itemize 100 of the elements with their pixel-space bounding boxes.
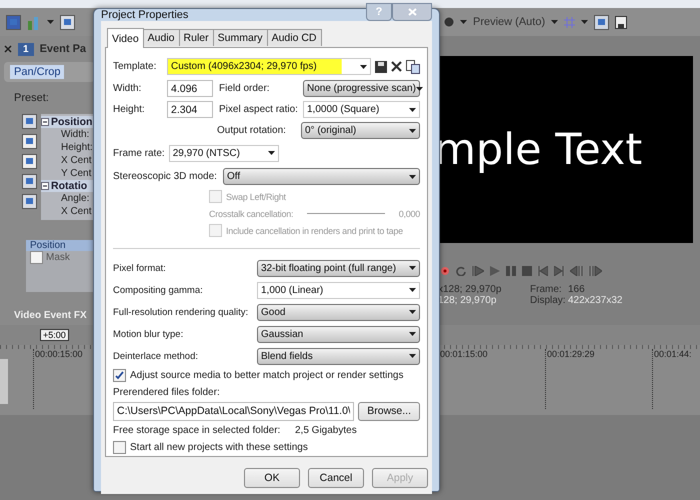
- caret-icon: [47, 20, 54, 24]
- tool-icon[interactable]: [22, 154, 37, 169]
- save-icon[interactable]: [375, 60, 387, 72]
- checkbox[interactable]: [113, 441, 126, 454]
- tool-icon[interactable]: [22, 194, 37, 209]
- checkbox-label: Start all new projects with these settings: [130, 442, 308, 453]
- caret-icon: [581, 20, 588, 24]
- skip-back-icon[interactable]: [538, 266, 548, 276]
- field-label: Pixel format:: [113, 262, 167, 274]
- close-icon[interactable]: [4, 45, 12, 53]
- tree-item: X Cent: [60, 154, 93, 167]
- record-icon[interactable]: [440, 266, 450, 276]
- width-input[interactable]: 4.096: [167, 80, 213, 97]
- caret-icon: [409, 266, 416, 270]
- field-label: Height:: [113, 104, 146, 115]
- zoom-badge: +5:00: [40, 329, 69, 341]
- height-input[interactable]: 2.304: [167, 101, 213, 118]
- tool-icon[interactable]: [22, 134, 37, 149]
- circle-icon[interactable]: [444, 17, 454, 27]
- setting-dropdown[interactable]: Blend fields: [257, 348, 420, 364]
- template-dropdown[interactable]: Custom (4096x2304; 29,970 fps): [167, 58, 371, 75]
- tree-item: Angle:: [60, 192, 90, 205]
- track-header-icon[interactable]: [0, 359, 8, 404]
- checkbox-label: Include cancellation in renders and print to tape: [226, 226, 403, 236]
- close-button[interactable]: [392, 3, 432, 21]
- caret-icon: [409, 108, 416, 112]
- copy-icon[interactable]: [406, 60, 420, 74]
- status-value: 166: [568, 284, 586, 295]
- field-label: Frame rate:: [113, 148, 165, 158]
- caret-icon: [409, 128, 416, 132]
- field-label: Deinterlace method:: [113, 350, 200, 362]
- field-order-dropdown[interactable]: None (progressive scan): [303, 80, 420, 97]
- storage-value: 2,5 Gigabytes: [295, 424, 357, 436]
- field-label: Stereoscopic 3D mode:: [113, 171, 218, 182]
- frame-forward-icon[interactable]: [589, 266, 602, 276]
- tab[interactable]: Summary: [212, 29, 268, 46]
- caret-icon: [460, 20, 467, 24]
- window-title: Project Properties: [101, 9, 190, 21]
- field-label: Pixel aspect ratio:: [219, 104, 299, 115]
- field-label: Template:: [113, 61, 158, 72]
- panel-title: Event Pa: [40, 43, 86, 55]
- tab[interactable]: Ruler: [178, 29, 214, 46]
- setting-dropdown[interactable]: Gaussian: [257, 326, 420, 342]
- pixel-aspect-dropdown[interactable]: 1,0000 (Square): [303, 101, 420, 118]
- delete-icon[interactable]: [391, 61, 402, 72]
- setting-dropdown[interactable]: 1,000 (Linear): [257, 282, 420, 298]
- caret-icon: [409, 174, 416, 178]
- output-rotation-dropdown[interactable]: 0° (original): [301, 122, 420, 139]
- tool-icon[interactable]: [22, 114, 37, 129]
- setting-dropdown[interactable]: Good: [257, 304, 420, 320]
- copy-icon[interactable]: [594, 14, 610, 30]
- caret-icon: [268, 151, 275, 155]
- timecode-mark: 00:01:29:29: [545, 349, 652, 409]
- checkbox[interactable]: [30, 251, 43, 264]
- pan-crop-chip[interactable]: Pan/Crop: [10, 65, 64, 79]
- play-icon[interactable]: [472, 266, 484, 276]
- tool-icon[interactable]: [22, 174, 37, 189]
- tab[interactable]: Video: [107, 28, 144, 48]
- skip-forward-icon[interactable]: [554, 266, 564, 276]
- field-label: Width:: [113, 83, 142, 94]
- browse-button[interactable]: Browse...: [358, 402, 420, 420]
- pause-icon[interactable]: [506, 266, 516, 276]
- setting-dropdown[interactable]: 32-bit floating point (full range): [257, 260, 420, 276]
- fx-list-item[interactable]: Position: [26, 240, 95, 251]
- field-label: Motion blur type:: [113, 328, 184, 340]
- checkbox[interactable]: [113, 369, 126, 382]
- caret-icon: [551, 20, 558, 24]
- caret-icon: [409, 288, 416, 292]
- dialog-button[interactable]: OK: [244, 468, 300, 488]
- tree-item: Height:: [60, 141, 94, 154]
- toolbar-icon[interactable]: [60, 14, 75, 30]
- save-icon[interactable]: [615, 16, 628, 28]
- panel-number: 1: [18, 42, 34, 56]
- preview-quality-dropdown[interactable]: Preview (Auto): [473, 16, 546, 28]
- status-text: 128; 29,970p: [438, 295, 498, 306]
- status-label: Frame:: [530, 284, 563, 295]
- loop-icon[interactable]: [456, 266, 466, 276]
- minus-icon[interactable]: [41, 118, 49, 126]
- caret-icon: [360, 64, 367, 68]
- frame-back-icon[interactable]: [570, 266, 583, 276]
- tab[interactable]: Audio: [142, 29, 180, 46]
- minus-icon[interactable]: [41, 182, 49, 190]
- caret-icon: [416, 86, 423, 90]
- toolbar-icon[interactable]: [6, 14, 21, 30]
- tree-item: Y Cent: [60, 167, 92, 180]
- stereo-mode-dropdown[interactable]: Off: [223, 168, 420, 185]
- field-label: Prerendered files folder:: [113, 387, 220, 398]
- tree-item: X Cent: [60, 205, 93, 218]
- status-value: 422x237x32: [568, 295, 624, 306]
- field-label: Free storage space in selected folder:: [113, 424, 282, 436]
- tab[interactable]: Audio CD: [266, 29, 322, 46]
- preset-label: Preset:: [13, 91, 50, 106]
- frame-rate-dropdown[interactable]: 29,970 (NTSC): [168, 144, 279, 162]
- close-icon: [408, 8, 416, 16]
- play-icon[interactable]: [490, 266, 500, 276]
- tree-item: Width:: [60, 128, 90, 141]
- field-label: Compositing gamma:: [113, 284, 204, 296]
- caret-icon: [409, 332, 416, 336]
- caret-icon: [409, 354, 416, 358]
- dialog-button[interactable]: Cancel: [308, 468, 364, 488]
